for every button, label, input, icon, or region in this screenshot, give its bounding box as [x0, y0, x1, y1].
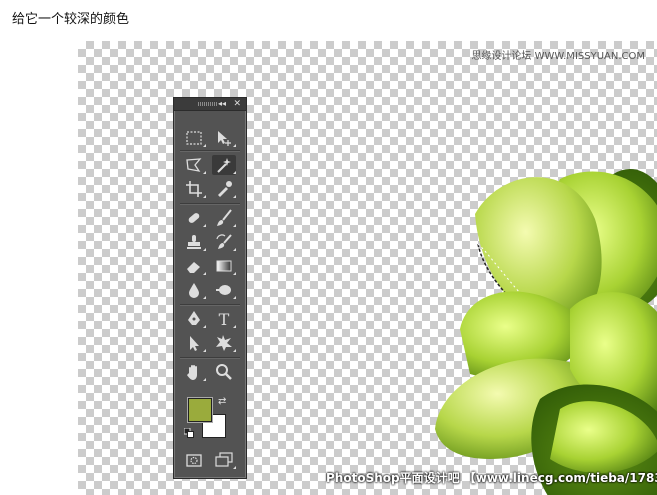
quick-mask-icon[interactable] — [182, 450, 206, 470]
custom-shape-icon[interactable] — [212, 333, 236, 353]
rectangular-marquee-icon[interactable] — [182, 128, 206, 148]
hand-icon[interactable] — [182, 362, 206, 382]
spot-healing-brush-icon[interactable] — [182, 208, 206, 228]
history-brush-icon[interactable] — [212, 232, 236, 252]
gradient-icon[interactable] — [212, 256, 236, 276]
photoshop-toolbox[interactable]: ◂◂ ✕ T ⇄ — [173, 97, 247, 479]
path-selection-icon[interactable] — [182, 333, 206, 353]
type-tool-label: T — [218, 309, 230, 329]
instruction-text: 给它一个较深的颜色 — [12, 12, 130, 27]
swap-colors-icon[interactable]: ⇄ — [218, 396, 226, 407]
document-canvas[interactable]: 思缘设计论坛 WWW.MISSYUAN.COM PhotoShop平面设计吧 【… — [78, 41, 657, 495]
succulent-artwork — [435, 169, 657, 495]
brush-icon[interactable] — [212, 208, 236, 228]
watermark-bottom: PhotoShop平面设计吧 【www.linecg.com/tieba/178… — [326, 471, 657, 485]
foreground-color-swatch[interactable] — [187, 397, 213, 423]
screen-mode-icon[interactable] — [212, 450, 236, 470]
toolbox-header[interactable]: ◂◂ ✕ — [174, 98, 246, 111]
double-arrow-left-icon[interactable]: ◂◂ — [218, 98, 226, 110]
eraser-icon[interactable] — [182, 256, 206, 276]
crop-icon[interactable] — [182, 179, 206, 199]
watermark-top: 思缘设计论坛 WWW.MISSYUAN.COM — [471, 51, 645, 62]
dodge-icon[interactable] — [212, 280, 236, 300]
type-icon[interactable]: T — [212, 309, 236, 329]
default-colors-icon[interactable] — [184, 428, 194, 438]
polygonal-lasso-icon[interactable] — [182, 155, 206, 175]
eyedropper-icon[interactable] — [212, 179, 236, 199]
magic-wand-icon[interactable] — [212, 155, 236, 175]
close-icon[interactable]: ✕ — [233, 98, 241, 110]
zoom-icon[interactable] — [212, 362, 236, 382]
clone-stamp-icon[interactable] — [182, 232, 206, 252]
grip-icon[interactable] — [198, 102, 218, 106]
pen-icon[interactable] — [182, 309, 206, 329]
move-icon[interactable] — [212, 128, 236, 148]
blur-icon[interactable] — [182, 280, 206, 300]
